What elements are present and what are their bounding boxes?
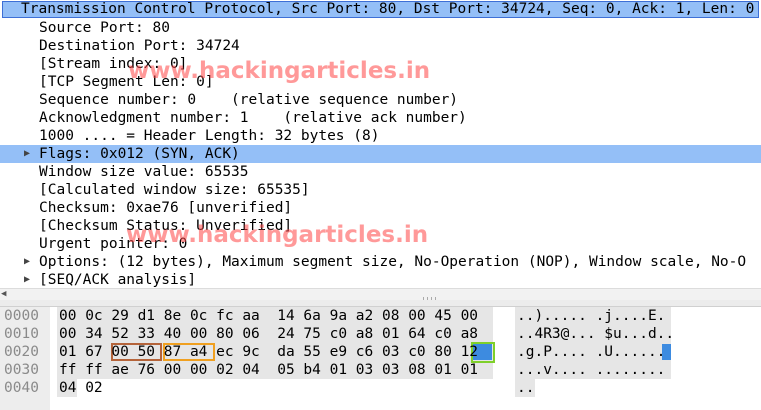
ascii-row[interactable]: .g.P.... .U...... xyxy=(517,343,665,361)
field-ack-number[interactable]: Acknowledgment number: 1 (relative ack n… xyxy=(0,109,761,127)
field-stream-index[interactable]: [Stream index: 0] xyxy=(0,55,761,73)
ascii-row[interactable]: .. xyxy=(517,379,534,397)
collapsed-triangle-icon[interactable]: ▶ xyxy=(20,253,34,271)
field-options[interactable]: ▶ Options: (12 bytes), Maximum segment s… xyxy=(0,253,761,271)
packet-details-pane: Transmission Control Protocol, Src Port:… xyxy=(0,0,761,288)
hex-row[interactable]: ff ff ae 76 00 00 02 04 05 b4 01 03 03 0… xyxy=(59,361,478,379)
ascii-row[interactable]: ...v.... ........ xyxy=(517,361,665,379)
offset-label: 0040 xyxy=(4,380,39,396)
field-segment-len[interactable]: [TCP Segment Len: 0] xyxy=(0,73,761,91)
hex-row[interactable]: 01 67 00 50 87 a4 ec 9c da 55 e9 c6 03 c… xyxy=(59,343,478,361)
offset-label: 0010 xyxy=(4,326,39,342)
hex-row[interactable]: 04 02 xyxy=(59,379,103,397)
field-destination-port[interactable]: Destination Port: 34724 xyxy=(0,37,761,55)
horizontal-scrollbar[interactable]: ◀ xyxy=(0,288,761,303)
hex-row[interactable]: 00 0c 29 d1 8e 0c fc aa 14 6a 9a a2 08 0… xyxy=(59,307,478,325)
field-header-length[interactable]: 1000 .... = Header Length: 32 bytes (8) xyxy=(0,127,761,145)
field-source-port[interactable]: Source Port: 80 xyxy=(0,19,761,37)
field-sequence-number[interactable]: Sequence number: 0 (relative sequence nu… xyxy=(0,91,761,109)
field-calculated-window[interactable]: [Calculated window size: 65535] xyxy=(0,181,761,199)
packet-bytes-pane: 0000 0010 0020 0030 0040 00 0c 29 d1 8e … xyxy=(0,307,761,410)
offset-label: 0030 xyxy=(4,362,39,378)
offset-label: 0020 xyxy=(4,344,39,360)
offset-column: 0000 0010 0020 0030 0040 xyxy=(0,307,50,410)
pane-splitter[interactable] xyxy=(0,300,761,307)
scroll-left-arrow-icon[interactable]: ◀ xyxy=(1,289,6,300)
ascii-row[interactable]: ..4R3@... $u...d.. xyxy=(517,325,674,343)
collapsed-triangle-icon[interactable]: ▶ xyxy=(20,145,34,163)
field-seq-ack-analysis[interactable]: ▶ [SEQ/ACK analysis] xyxy=(0,271,761,288)
collapsed-triangle-icon[interactable]: ▶ xyxy=(20,271,34,288)
field-flags[interactable]: ▶ Flags: 0x012 (SYN, ACK) xyxy=(0,145,761,163)
offset-label: 0000 xyxy=(4,308,39,324)
scrollbar-grip[interactable] xyxy=(423,291,439,303)
tcp-header-text: Transmission Control Protocol, Src Port:… xyxy=(21,1,755,17)
field-urgent-pointer[interactable]: Urgent pointer: 0 xyxy=(0,235,761,253)
field-window-size[interactable]: Window size value: 65535 xyxy=(0,163,761,181)
hex-row[interactable]: 00 34 52 33 40 00 80 06 24 75 c0 a8 01 6… xyxy=(59,325,478,343)
field-checksum-status[interactable]: [Checksum Status: Unverified] xyxy=(0,217,761,235)
field-checksum[interactable]: Checksum: 0xae76 [unverified] xyxy=(0,199,761,217)
ascii-row[interactable]: ..)..... .j....E. xyxy=(517,307,665,325)
tcp-protocol-header[interactable]: Transmission Control Protocol, Src Port:… xyxy=(2,1,759,18)
